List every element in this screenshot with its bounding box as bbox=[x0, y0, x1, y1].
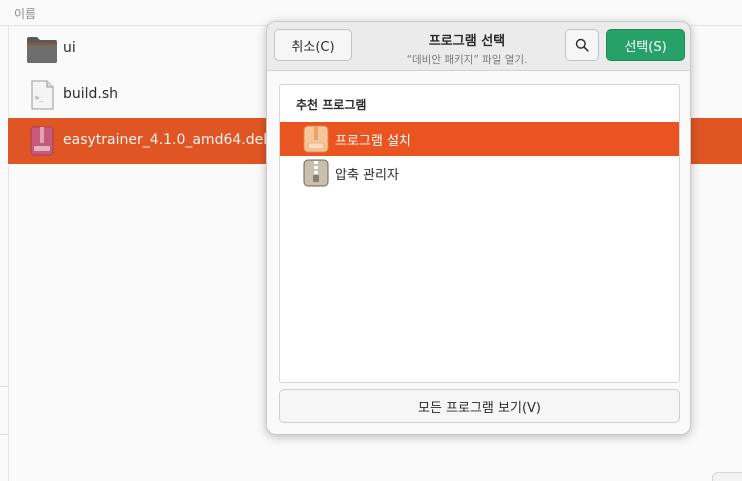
app-label: 프로그램 설치 bbox=[335, 134, 411, 149]
search-button[interactable] bbox=[565, 29, 599, 61]
cancel-button[interactable]: 취소(C) bbox=[274, 29, 352, 61]
search-icon bbox=[575, 38, 589, 52]
svg-text:>_: >_ bbox=[35, 94, 44, 102]
app-item-archive-manager[interactable]: 압축 관리자 bbox=[280, 156, 679, 190]
column-header-name[interactable]: 이름 bbox=[14, 5, 36, 22]
file-name: build.sh bbox=[63, 86, 119, 102]
program-list: 추천 프로그램 프로그램 설치 압축 관리자 bbox=[279, 84, 680, 383]
select-button[interactable]: 선택(S) bbox=[606, 29, 685, 61]
status-widget[interactable] bbox=[712, 472, 742, 481]
app-item-software-install[interactable]: 프로그램 설치 bbox=[280, 122, 679, 156]
choose-program-dialog: 취소(C) 프로그램 선택 “데비안 패키지” 파일 열기. 선택(S) 추천 … bbox=[266, 21, 691, 435]
software-install-icon bbox=[303, 125, 329, 153]
file-name: easytrainer_4.1.0_amd64.deb bbox=[63, 132, 273, 148]
view-all-programs-button[interactable]: 모든 프로그램 보기(V) bbox=[279, 389, 680, 423]
divider bbox=[0, 386, 8, 387]
archive-manager-icon bbox=[303, 159, 329, 187]
script-file-icon: >_ bbox=[31, 80, 54, 110]
dialog-subtitle: “데비안 패키지” 파일 열기. bbox=[406, 54, 528, 66]
folder-icon bbox=[27, 37, 57, 63]
deb-package-icon bbox=[30, 126, 54, 156]
app-label: 압축 관리자 bbox=[335, 168, 399, 183]
file-name: ui bbox=[63, 40, 76, 56]
section-title: 추천 프로그램 bbox=[296, 98, 367, 112]
dialog-title: 프로그램 선택 bbox=[428, 34, 506, 49]
dialog-header-bar: 취소(C) 프로그램 선택 “데비안 패키지” 파일 열기. 선택(S) bbox=[267, 22, 690, 71]
divider bbox=[0, 434, 8, 435]
